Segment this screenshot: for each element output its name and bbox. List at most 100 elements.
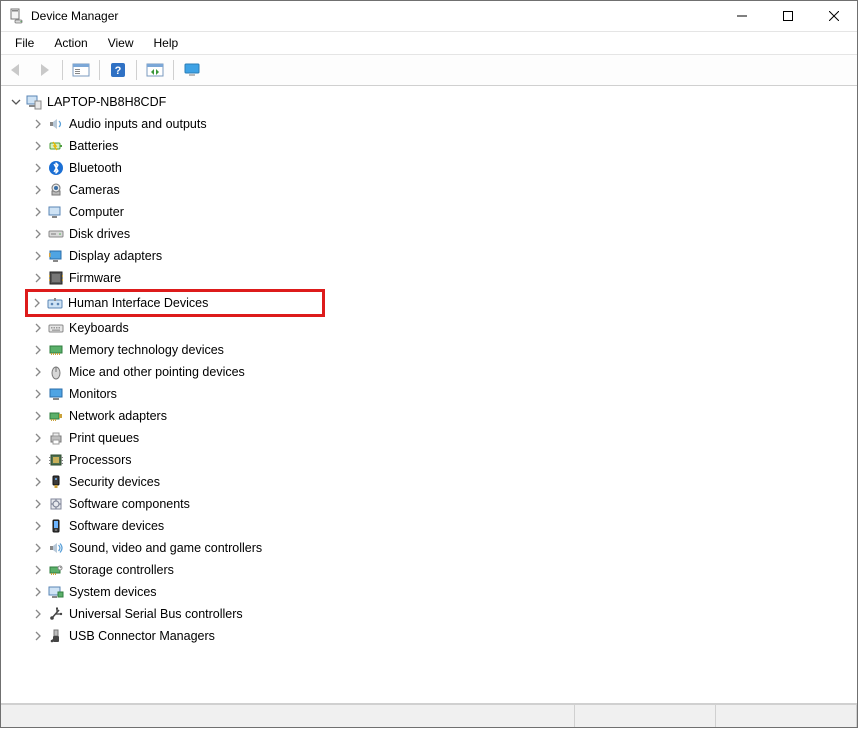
device-category-node[interactable]: Human Interface Devices <box>28 292 302 314</box>
mouse-icon <box>47 363 65 381</box>
device-category-node[interactable]: Keyboards <box>29 317 857 339</box>
expander-open-icon[interactable] <box>9 95 23 109</box>
scan-hardware-button[interactable] <box>143 58 167 82</box>
expander-closed-icon[interactable] <box>31 541 45 555</box>
root-computer-node[interactable]: LAPTOP-NB8H8CDF <box>7 91 857 113</box>
device-category-label: Disk drives <box>69 227 130 241</box>
device-category-label: Storage controllers <box>69 563 174 577</box>
menubar: File Action View Help <box>1 32 857 55</box>
menu-help[interactable]: Help <box>146 34 187 52</box>
device-category-label: Security devices <box>69 475 160 489</box>
minimize-button[interactable] <box>719 1 765 31</box>
back-button[interactable] <box>5 58 29 82</box>
device-category-label: Batteries <box>69 139 118 153</box>
expander-closed-icon[interactable] <box>31 431 45 445</box>
device-category-node[interactable]: Software devices <box>29 515 857 537</box>
device-category-label: Universal Serial Bus controllers <box>69 607 243 621</box>
device-category-node[interactable]: Disk drives <box>29 223 857 245</box>
speaker-icon <box>47 115 65 133</box>
sound-controller-icon <box>47 539 65 557</box>
device-category-node[interactable]: Bluetooth <box>29 157 857 179</box>
device-category-node[interactable]: Mice and other pointing devices <box>29 361 857 383</box>
device-category-node[interactable]: Processors <box>29 449 857 471</box>
usb-controller-icon <box>47 605 65 623</box>
device-tree-area[interactable]: LAPTOP-NB8H8CDF Audio inputs and outputs… <box>1 86 857 704</box>
expander-closed-icon[interactable] <box>30 296 44 310</box>
device-category-node[interactable]: Monitors <box>29 383 857 405</box>
show-hide-console-tree-button[interactable] <box>69 58 93 82</box>
disk-drive-icon <box>47 225 65 243</box>
device-category-node[interactable]: Batteries <box>29 135 857 157</box>
expander-closed-icon[interactable] <box>31 585 45 599</box>
menu-file[interactable]: File <box>7 34 42 52</box>
device-category-node[interactable]: Cameras <box>29 179 857 201</box>
device-tree: LAPTOP-NB8H8CDF Audio inputs and outputs… <box>1 87 857 647</box>
device-category-label: Software devices <box>69 519 164 533</box>
devices-display-button[interactable] <box>180 58 204 82</box>
expander-closed-icon[interactable] <box>31 519 45 533</box>
device-category-label: Cameras <box>69 183 120 197</box>
device-category-node[interactable]: Storage controllers <box>29 559 857 581</box>
expander-closed-icon[interactable] <box>31 453 45 467</box>
network-adapter-icon <box>47 407 65 425</box>
expander-closed-icon[interactable] <box>31 409 45 423</box>
expander-closed-icon[interactable] <box>31 475 45 489</box>
device-category-node[interactable]: Software components <box>29 493 857 515</box>
device-category-node[interactable]: Audio inputs and outputs <box>29 113 857 135</box>
expander-closed-icon[interactable] <box>31 205 45 219</box>
device-category-label: Firmware <box>69 271 121 285</box>
device-category-label: Monitors <box>69 387 117 401</box>
device-category-node[interactable]: USB Connector Managers <box>29 625 857 647</box>
toolbar-separator <box>136 60 137 80</box>
expander-closed-icon[interactable] <box>31 387 45 401</box>
help-button[interactable]: ? <box>106 58 130 82</box>
device-category-node[interactable]: Memory technology devices <box>29 339 857 361</box>
device-category-node[interactable]: Computer <box>29 201 857 223</box>
expander-closed-icon[interactable] <box>31 629 45 643</box>
titlebar: Device Manager <box>1 1 857 32</box>
expander-closed-icon[interactable] <box>31 343 45 357</box>
device-category-node[interactable]: Sound, video and game controllers <box>29 537 857 559</box>
close-button[interactable] <box>811 1 857 31</box>
computer-icon <box>47 203 65 221</box>
camera-icon <box>47 181 65 199</box>
expander-closed-icon[interactable] <box>31 607 45 621</box>
device-category-label: Audio inputs and outputs <box>69 117 207 131</box>
statusbar <box>1 704 857 727</box>
expander-closed-icon[interactable] <box>31 497 45 511</box>
expander-closed-icon[interactable] <box>31 227 45 241</box>
device-category-label: Keyboards <box>69 321 129 335</box>
menu-view[interactable]: View <box>100 34 142 52</box>
menu-action[interactable]: Action <box>46 34 95 52</box>
device-category-node[interactable]: Network adapters <box>29 405 857 427</box>
status-cell <box>1 705 575 727</box>
device-category-label: Bluetooth <box>69 161 122 175</box>
device-category-node[interactable]: Universal Serial Bus controllers <box>29 603 857 625</box>
toolbar-separator <box>99 60 100 80</box>
expander-closed-icon[interactable] <box>31 161 45 175</box>
hid-icon <box>46 294 64 312</box>
window-title: Device Manager <box>31 9 118 23</box>
device-category-node[interactable]: System devices <box>29 581 857 603</box>
expander-closed-icon[interactable] <box>31 183 45 197</box>
device-category-node[interactable]: Security devices <box>29 471 857 493</box>
device-category-node[interactable]: Print queues <box>29 427 857 449</box>
expander-closed-icon[interactable] <box>31 139 45 153</box>
device-category-node[interactable]: Display adapters <box>29 245 857 267</box>
device-category-node[interactable]: Firmware <box>29 267 857 289</box>
expander-closed-icon[interactable] <box>31 249 45 263</box>
expander-closed-icon[interactable] <box>31 271 45 285</box>
device-category-label: USB Connector Managers <box>69 629 215 643</box>
device-category-label: Sound, video and game controllers <box>69 541 262 555</box>
software-device-icon <box>47 517 65 535</box>
expander-closed-icon[interactable] <box>31 321 45 335</box>
expander-closed-icon[interactable] <box>31 563 45 577</box>
device-category-label: Memory technology devices <box>69 343 224 357</box>
expander-closed-icon[interactable] <box>31 117 45 131</box>
window-controls <box>719 1 857 31</box>
device-category-label: Software components <box>69 497 190 511</box>
maximize-button[interactable] <box>765 1 811 31</box>
expander-closed-icon[interactable] <box>31 365 45 379</box>
status-cell <box>716 705 857 727</box>
forward-button[interactable] <box>32 58 56 82</box>
